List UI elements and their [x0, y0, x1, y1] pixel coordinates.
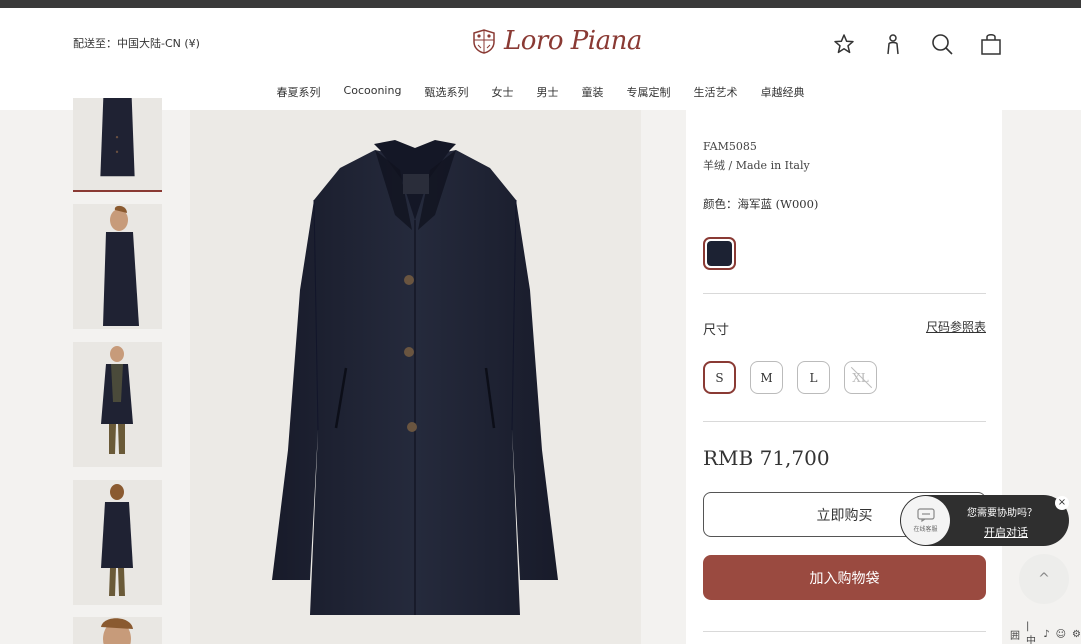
ime-toolbar: 囲 |中 ♪ ☺ ⚙ — [1010, 621, 1081, 644]
product-material: 羊绒 / Made in Italy — [703, 159, 810, 172]
thumbnail-model-detail[interactable] — [73, 617, 162, 644]
thumbnail-model-side[interactable] — [73, 204, 162, 329]
nav-item-selection[interactable]: 甄选系列 — [413, 84, 480, 100]
chat-question: 您需要协助吗？ — [967, 508, 1037, 519]
nav-item-excellence[interactable]: 卓越经典 — [749, 84, 816, 100]
top-strip — [0, 0, 1081, 8]
chevron-up-icon: ^ — [1038, 571, 1050, 587]
thumbnail-model-front[interactable] — [73, 342, 162, 467]
coat-illustration — [272, 140, 558, 615]
size-guide-link[interactable]: 尺码参照表 — [926, 318, 986, 335]
logo-wordmark: Loro Piana — [504, 26, 642, 56]
product-sku: FAM5085 — [703, 140, 757, 153]
site-header: 配送至：中国大陆-CN (¥) Loro Piana 春夏系列 Cocoonin… — [0, 8, 1081, 110]
size-option-s[interactable]: S — [703, 361, 736, 394]
ship-to-selector[interactable]: 配送至：中国大陆-CN (¥) — [73, 35, 200, 51]
open-chat-link[interactable]: 开启对话 — [984, 524, 1028, 540]
shopping-bag-icon[interactable] — [979, 32, 1003, 56]
chat-icon — [916, 508, 935, 522]
nav-item-women[interactable]: 女士 — [480, 84, 525, 100]
product-price: RMB 71,700 — [703, 446, 830, 470]
chat-bubble[interactable]: 在线客服 — [901, 496, 950, 545]
nav-item-cocooning[interactable]: Cocooning — [332, 84, 413, 100]
color-swatch-navy[interactable] — [703, 237, 736, 270]
nav-item-kids[interactable]: 童装 — [570, 84, 615, 100]
ime-mode-icon[interactable]: |中 — [1026, 621, 1037, 644]
size-label: 尺寸 — [703, 323, 730, 338]
ime-grid-icon[interactable]: 囲 — [1010, 627, 1020, 642]
back-to-top-button[interactable]: ^ — [1019, 554, 1069, 604]
ime-settings-icon[interactable]: ⚙ — [1072, 629, 1081, 640]
chat-close-icon[interactable]: × — [1055, 496, 1069, 510]
thumbnail-coat-front[interactable] — [73, 98, 162, 192]
add-to-bag-button[interactable]: 加入购物袋 — [703, 555, 986, 600]
size-option-l[interactable]: L — [797, 361, 830, 394]
main-product-image[interactable] — [190, 110, 641, 644]
divider — [703, 421, 986, 422]
nav-item-home[interactable]: 生活艺术 — [682, 84, 749, 100]
ime-emoji-icon[interactable]: ☺ — [1056, 629, 1066, 640]
product-info-panel: FAM5085 羊绒 / Made in Italy 颜色：海军蓝 (W000)… — [686, 110, 1002, 644]
divider — [703, 293, 986, 294]
color-label: 颜色：海军蓝 (W000) — [703, 197, 819, 211]
user-icon[interactable] — [881, 32, 905, 56]
brand-logo[interactable]: Loro Piana — [470, 26, 642, 56]
main-nav: 春夏系列 Cocooning 甄选系列 女士 男士 童装 专属定制 生活艺术 卓… — [0, 84, 1081, 100]
chat-widget[interactable]: 在线客服 您需要协助吗？ 开启对话 — [900, 495, 1069, 546]
size-option-xl[interactable]: XL — [844, 361, 877, 394]
divider — [703, 631, 986, 632]
size-option-m[interactable]: M — [750, 361, 783, 394]
ime-voice-icon[interactable]: ♪ — [1043, 629, 1049, 640]
swatch-fill — [707, 241, 732, 266]
nav-item-bespoke[interactable]: 专属定制 — [615, 84, 682, 100]
search-icon[interactable] — [930, 32, 954, 56]
chat-bubble-label: 在线客服 — [913, 526, 938, 533]
crest-icon — [473, 29, 495, 54]
star-icon[interactable] — [832, 32, 856, 56]
nav-item-spring-summer[interactable]: 春夏系列 — [265, 84, 332, 100]
nav-item-men[interactable]: 男士 — [525, 84, 570, 100]
thumbnail-model-back[interactable] — [73, 480, 162, 605]
